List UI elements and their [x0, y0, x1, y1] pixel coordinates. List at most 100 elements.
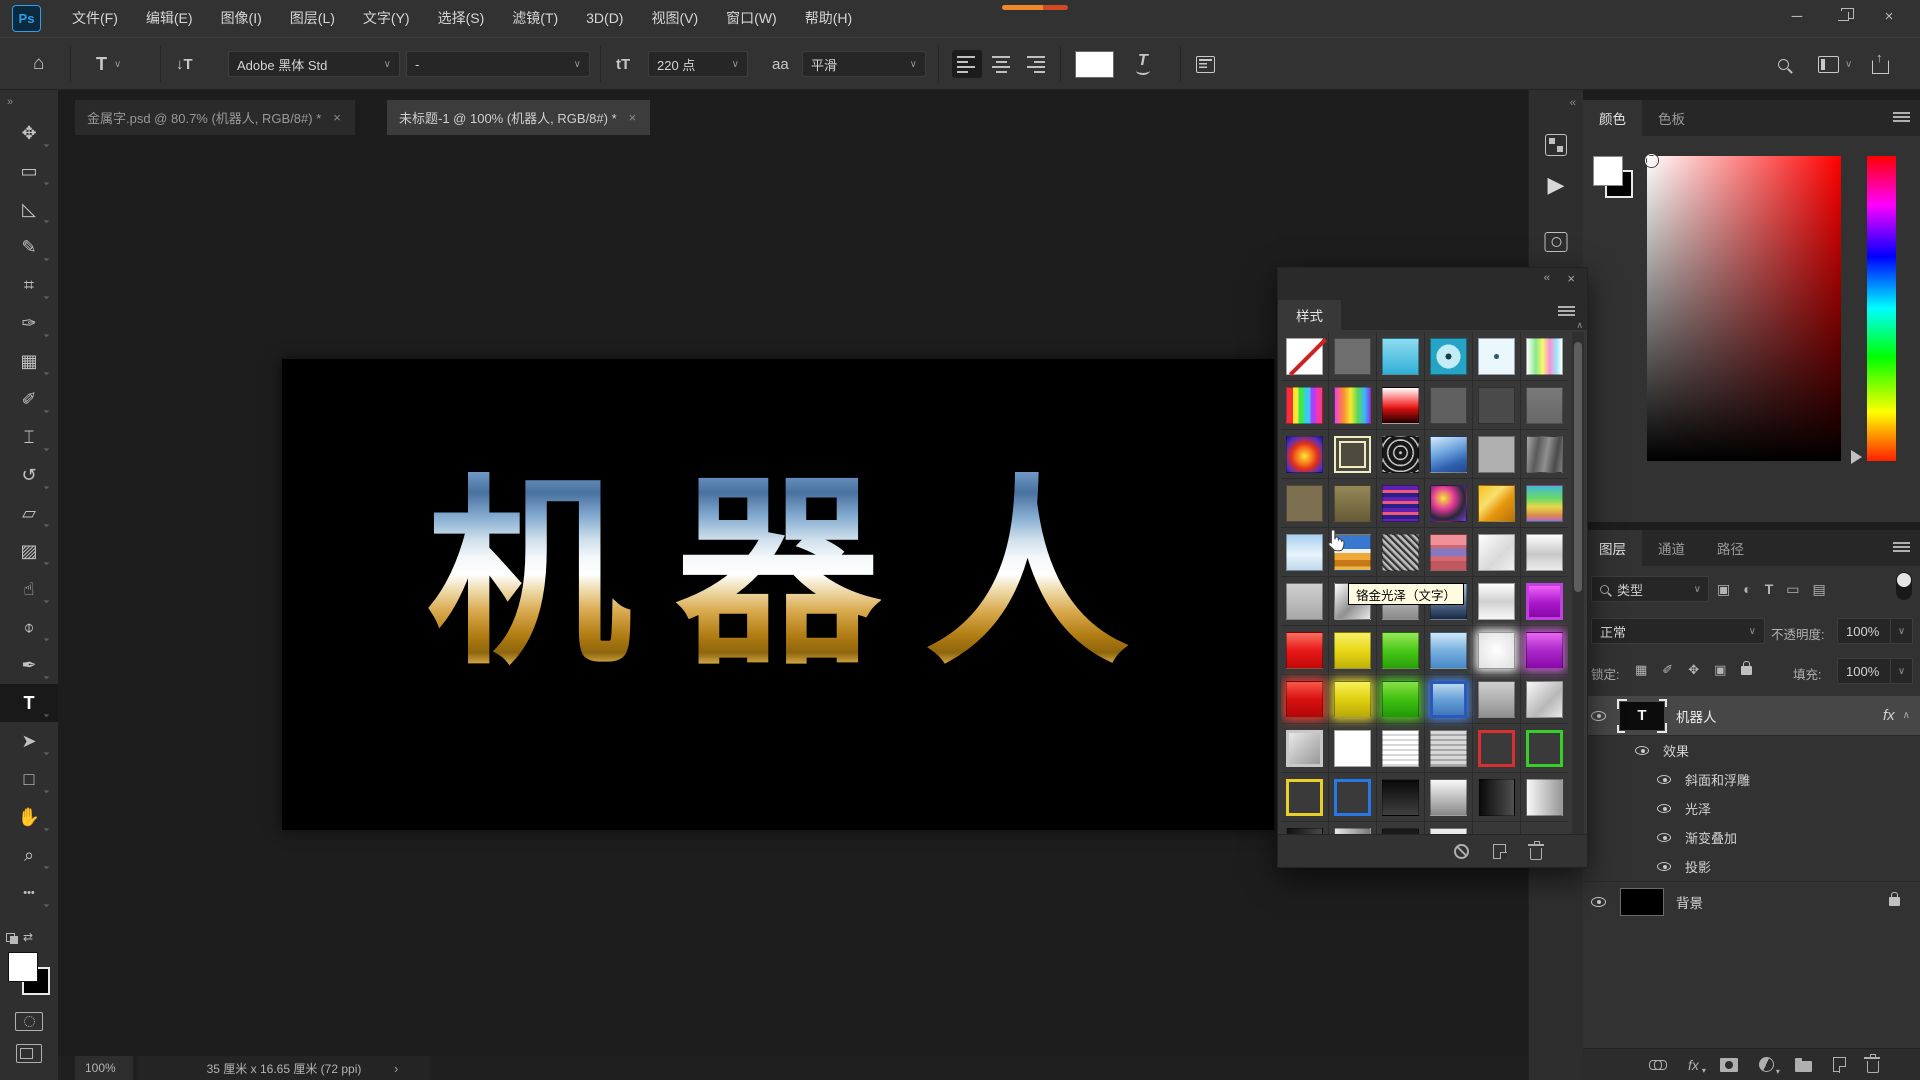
menu-item[interactable]: 图像(I)	[207, 0, 276, 37]
pen-tool[interactable]: ✒	[0, 646, 58, 684]
menu-item[interactable]: 编辑(E)	[132, 0, 207, 37]
style-swatch[interactable]	[1478, 730, 1515, 767]
dock-collapse-icon[interactable]: ‹‹	[1570, 97, 1575, 109]
anti-alias-select[interactable]: 平滑 ∨	[802, 51, 926, 77]
style-swatch[interactable]	[1478, 436, 1515, 473]
clear-style-icon[interactable]	[1454, 844, 1469, 859]
tab-styles[interactable]: 样式	[1278, 300, 1341, 330]
menu-item[interactable]: 选择(S)	[424, 0, 499, 37]
tab-layers[interactable]: 图层	[1583, 530, 1642, 566]
hand-tool[interactable]: ✋	[0, 798, 58, 836]
font-size-select[interactable]: 220 点 ∨	[648, 51, 748, 77]
style-swatch[interactable]	[1430, 779, 1467, 816]
style-swatch[interactable]	[1430, 436, 1467, 473]
style-swatch[interactable]	[1286, 338, 1323, 375]
style-swatch[interactable]	[1430, 485, 1467, 522]
style-swatch[interactable]	[1526, 485, 1563, 522]
style-swatch[interactable]	[1286, 534, 1323, 571]
lasso-tool[interactable]: ◺	[0, 190, 58, 228]
menu-item[interactable]: 3D(D)	[572, 0, 637, 37]
visibility-eye-icon[interactable]	[1657, 862, 1671, 871]
layer-effect-row[interactable]: 光泽	[1583, 794, 1920, 823]
smudge-tool[interactable]: ☝	[0, 570, 58, 608]
more-tools[interactable]: •••	[0, 874, 58, 912]
lock-option-icon[interactable]: ✥	[1688, 662, 1699, 678]
layer-effect-row[interactable]: 投影	[1583, 852, 1920, 881]
style-swatch[interactable]	[1382, 681, 1419, 718]
foreground-color-chip[interactable]	[1593, 156, 1623, 186]
style-swatch[interactable]	[1478, 583, 1515, 620]
style-swatch[interactable]	[1430, 338, 1467, 375]
path-selection-tool[interactable]: ➤	[0, 722, 58, 760]
scroll-up-icon[interactable]: ∧	[1576, 320, 1583, 331]
screen-mode-button[interactable]	[16, 1044, 42, 1063]
fx-badge[interactable]: fx	[1883, 707, 1895, 724]
style-swatch[interactable]	[1382, 534, 1419, 571]
style-swatch[interactable]	[1478, 534, 1515, 571]
style-swatch[interactable]	[1526, 632, 1563, 669]
menu-item[interactable]: 图层(L)	[276, 0, 349, 37]
background-layer-row[interactable]: 背景	[1583, 881, 1920, 921]
layer-effect-row[interactable]: 渐变叠加	[1583, 823, 1920, 852]
style-swatch[interactable]	[1334, 730, 1371, 767]
style-swatch[interactable]	[1334, 485, 1371, 522]
document-tab[interactable]: 金属字.psd @ 80.7% (机器人, RGB/8#) *×	[75, 100, 355, 135]
new-group-icon[interactable]	[1795, 1061, 1812, 1072]
style-swatch[interactable]	[1286, 583, 1323, 620]
text-color-swatch[interactable]	[1075, 38, 1114, 90]
style-swatch[interactable]	[1334, 681, 1371, 718]
scrollbar[interactable]	[1572, 332, 1584, 836]
lock-option-icon[interactable]: ▦	[1635, 662, 1647, 678]
style-swatch[interactable]	[1334, 338, 1371, 375]
style-swatch[interactable]	[1286, 730, 1323, 767]
style-swatch[interactable]	[1382, 485, 1419, 522]
layer-filter-icon[interactable]: ▭	[1786, 581, 1799, 598]
fill-dropdown-button[interactable]: ∨	[1891, 658, 1913, 684]
foreground-color-swatch[interactable]	[8, 952, 38, 982]
panel-collapse-icon[interactable]: ‹‹	[1544, 272, 1549, 284]
layer-name[interactable]: 机器人	[1676, 706, 1717, 726]
close-icon[interactable]: ×	[331, 110, 343, 125]
move-tool[interactable]: ✥	[0, 114, 58, 152]
tab-swatches[interactable]: 色板	[1642, 100, 1701, 136]
delete-layer-icon[interactable]	[1867, 1061, 1879, 1073]
visibility-eye-icon[interactable]	[1657, 804, 1671, 813]
history-panel-icon[interactable]	[1545, 134, 1567, 156]
visibility-eye-icon[interactable]	[1657, 775, 1671, 784]
status-options-arrow[interactable]: ›	[394, 1056, 398, 1080]
document-canvas[interactable]: 机器人	[282, 359, 1274, 830]
style-swatch[interactable]	[1526, 583, 1563, 620]
style-swatch[interactable]	[1334, 779, 1371, 816]
style-swatch[interactable]	[1526, 436, 1563, 473]
style-swatch[interactable]	[1430, 730, 1467, 767]
home-button[interactable]: ⌂	[33, 38, 44, 90]
shape-tool[interactable]: □	[0, 760, 58, 798]
layer-filter-icon[interactable]: T	[1765, 581, 1774, 597]
style-swatch[interactable]	[1286, 779, 1323, 816]
document-tab[interactable]: 未标题-1 @ 100% (机器人, RGB/8#) *×	[387, 100, 650, 135]
layer-name[interactable]: 背景	[1676, 892, 1703, 912]
style-swatch[interactable]	[1526, 779, 1563, 816]
workspace-button[interactable]: ∨	[1818, 38, 1852, 90]
panel-menu-icon[interactable]	[1558, 306, 1575, 318]
actions-panel-icon[interactable]: ▶	[1548, 172, 1565, 198]
hue-slider-handle[interactable]	[1851, 450, 1869, 464]
styles-panel-header[interactable]: ‹‹ ×	[1278, 268, 1587, 292]
saturation-brightness-field[interactable]	[1647, 156, 1841, 461]
brush-tool[interactable]: ✐	[0, 380, 58, 418]
style-swatch[interactable]	[1430, 632, 1467, 669]
style-swatch[interactable]	[1526, 730, 1563, 767]
style-swatch[interactable]	[1286, 485, 1323, 522]
new-style-icon[interactable]	[1493, 844, 1506, 859]
layer-filter-select[interactable]: 类型 ∨	[1591, 576, 1709, 602]
history-brush-tool[interactable]: ↺	[0, 456, 58, 494]
toggle-panels-button[interactable]	[1196, 38, 1215, 90]
delete-style-icon[interactable]	[1530, 848, 1542, 860]
style-swatch[interactable]	[1478, 681, 1515, 718]
eraser-tool[interactable]: ▱	[0, 494, 58, 532]
eyedropper-tool[interactable]: ✑	[0, 304, 58, 342]
toolbar-expand-icon[interactable]: »	[7, 96, 12, 108]
warp-text-button[interactable]: T	[1138, 38, 1148, 90]
panel-menu-icon[interactable]	[1893, 112, 1910, 124]
gradient-tool[interactable]: ▨	[0, 532, 58, 570]
